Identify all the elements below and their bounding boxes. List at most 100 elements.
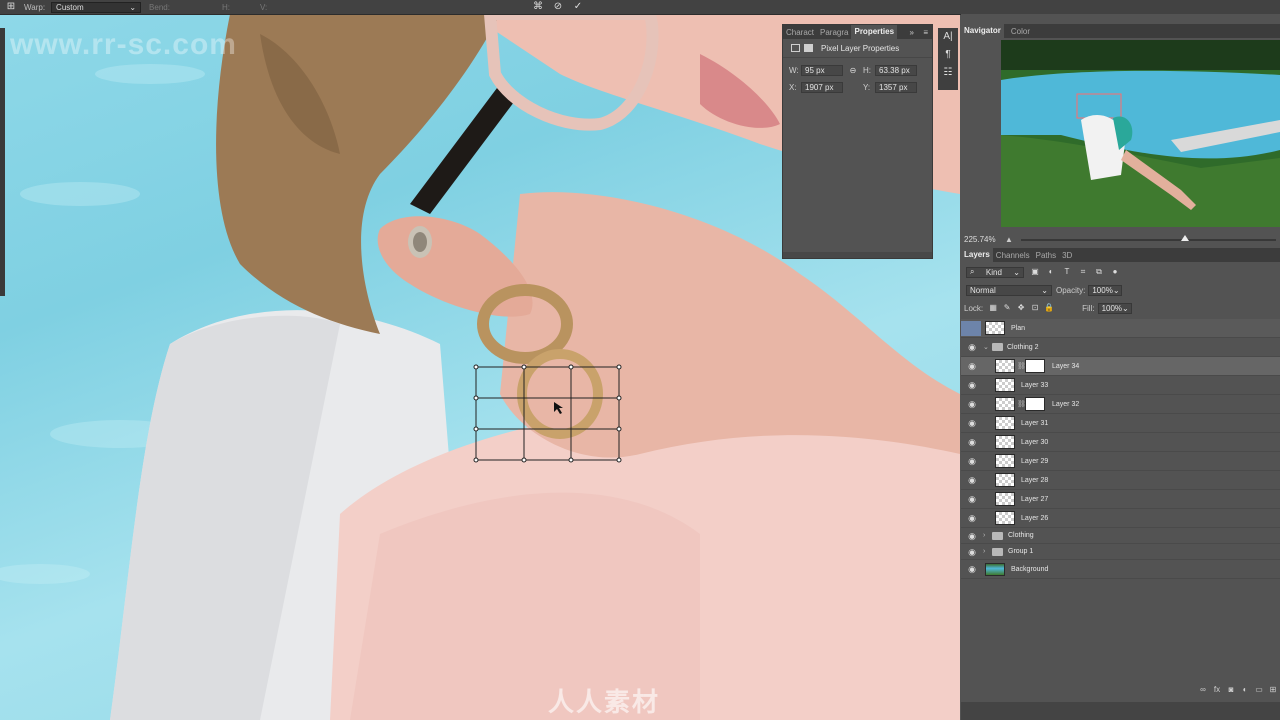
layer-color-tag [961, 320, 981, 336]
eye-icon[interactable]: ◉ [967, 513, 977, 523]
adjustment-filter-icon[interactable]: ◐ [1046, 267, 1056, 277]
h-distortion-label: H: [221, 2, 230, 12]
navigator-thumbnail[interactable] [1001, 40, 1280, 227]
layer-row-clothing-2[interactable]: ◉ ⌄ Clothing 2 [961, 338, 1280, 357]
width-field[interactable]: 95 px [801, 65, 843, 76]
zoom-row: 225.74% ▲ [961, 232, 1280, 246]
folder-icon [992, 531, 1003, 540]
eye-icon[interactable]: ◉ [967, 456, 977, 466]
filter-toggle-icon[interactable]: ● [1110, 267, 1120, 277]
tab-character[interactable]: Charact [783, 28, 817, 37]
layer-row-layer-26[interactable]: ◉ Layer 26 [961, 509, 1280, 528]
shape-filter-icon[interactable]: ⌗ [1078, 267, 1088, 277]
h-label: H: [863, 66, 871, 75]
eye-icon[interactable]: ◉ [967, 531, 977, 541]
tab-channels[interactable]: Channels [993, 251, 1033, 260]
tab-paragraph[interactable]: Paragra [817, 28, 851, 37]
eye-icon[interactable]: ◉ [967, 380, 977, 390]
layers-footer: ∞ fx ◙ ◐ ▭ ⊞ [961, 679, 1280, 699]
layer-mask-thumbnail[interactable] [1025, 359, 1045, 373]
layer-thumbnail [995, 359, 1015, 373]
properties-tabs: Charact Paragra Properties » ≡ [783, 25, 932, 39]
layer-row-layer-29[interactable]: ◉ Layer 29 [961, 452, 1280, 471]
type-filter-icon[interactable]: T [1062, 267, 1072, 277]
layer-row-layer-32[interactable]: ◉ ⛓ Layer 32 [961, 395, 1280, 414]
x-field[interactable]: 1907 px [801, 82, 843, 93]
layer-row-layer-30[interactable]: ◉ Layer 30 [961, 433, 1280, 452]
layer-style-icon[interactable]: fx [1210, 685, 1224, 694]
tab-navigator[interactable]: Navigator [961, 24, 1004, 38]
collapsed-panel-icons: A| ¶ ☷ [938, 28, 958, 90]
height-field[interactable]: 63.38 px [875, 65, 917, 76]
eye-icon[interactable]: ◉ [967, 547, 977, 557]
tab-paths[interactable]: Paths [1033, 251, 1059, 260]
link-icon[interactable]: ⊖ [843, 66, 863, 75]
layer-row-background[interactable]: ◉ Background [961, 560, 1280, 579]
zoom-slider[interactable] [1021, 239, 1276, 241]
warp-mode-icon[interactable]: ⌘ [531, 0, 545, 14]
layer-row-plan[interactable]: Plan [961, 319, 1280, 338]
eye-icon[interactable]: ◉ [967, 564, 977, 574]
eye-icon[interactable]: ◉ [967, 475, 977, 485]
properties-icon[interactable]: ☷ [938, 64, 958, 82]
chevron-down-icon[interactable]: ⌄ [983, 343, 989, 351]
lock-row: Lock: ▦ ✎ ✥ ⊡ 🔒 Fill: 100% ⌄ [964, 302, 1274, 314]
lock-transparent-icon[interactable]: ▦ [988, 303, 998, 313]
fill-field[interactable]: 100% ⌄ [1097, 302, 1132, 314]
tab-layers[interactable]: Layers [961, 248, 993, 262]
layer-thumbnail [985, 321, 1005, 335]
zoom-slider-handle[interactable] [1181, 235, 1189, 241]
filter-kind-select[interactable]: ⌕ Kind ⌄ [966, 266, 1024, 278]
lock-all-icon[interactable]: 🔒 [1044, 303, 1054, 313]
layer-row-layer-28[interactable]: ◉ Layer 28 [961, 471, 1280, 490]
search-icon: ⌕ [970, 267, 975, 276]
layer-row-group-1[interactable]: ◉ › Group 1 [961, 544, 1280, 560]
layer-row-layer-33[interactable]: ◉ Layer 33 [961, 376, 1280, 395]
tab-properties[interactable]: Properties [851, 25, 898, 39]
y-field[interactable]: 1357 px [875, 82, 917, 93]
layer-row-layer-34[interactable]: ◉ ⛓ Layer 34 [961, 357, 1280, 376]
adjustment-layer-icon[interactable]: ◐ [1238, 685, 1252, 694]
zoom-value[interactable]: 225.74% [964, 235, 996, 244]
tab-color[interactable]: Color [1008, 27, 1033, 36]
lock-position-icon[interactable]: ✥ [1016, 303, 1026, 313]
character-icon[interactable]: A| [938, 28, 958, 46]
new-layer-icon[interactable]: ⊞ [1266, 685, 1280, 694]
eye-icon[interactable]: ◉ [967, 399, 977, 409]
zoom-out-icon[interactable]: ▲ [1005, 235, 1013, 244]
layer-row-layer-27[interactable]: ◉ Layer 27 [961, 490, 1280, 509]
eye-icon[interactable]: ◉ [967, 342, 977, 352]
blend-mode-select[interactable]: Normal ⌄ [966, 284, 1052, 296]
cancel-transform-icon[interactable]: ⊘ [551, 0, 565, 14]
pixel-filter-icon[interactable]: ▣ [1030, 267, 1040, 277]
layer-row-clothing[interactable]: ◉ › Clothing [961, 528, 1280, 544]
paragraph-icon[interactable]: ¶ [938, 46, 958, 64]
layer-thumbnail [995, 511, 1015, 525]
new-group-icon[interactable]: ▭ [1252, 685, 1266, 694]
tab-3d[interactable]: 3D [1059, 251, 1075, 260]
image-icon [791, 44, 800, 52]
collapse-icon[interactable]: » [910, 28, 914, 37]
link-layers-icon[interactable]: ∞ [1196, 685, 1210, 694]
warp-style-select[interactable]: Custom ⌄ [51, 1, 142, 13]
panel-menu-icon[interactable]: ≡ [923, 28, 928, 37]
warp-tool-icon[interactable]: ⊞ [4, 0, 18, 14]
lock-artboard-icon[interactable]: ⊡ [1030, 303, 1040, 313]
commit-transform-icon[interactable]: ✓ [571, 0, 585, 14]
opacity-field[interactable]: 100% ⌄ [1088, 284, 1123, 296]
eye-icon[interactable]: ◉ [967, 437, 977, 447]
smart-object-filter-icon[interactable]: ⧉ [1094, 267, 1104, 277]
eye-icon[interactable]: ◉ [967, 361, 977, 371]
eye-icon[interactable]: ◉ [967, 418, 977, 428]
properties-panel: Charact Paragra Properties » ≡ Pixel Lay… [782, 24, 933, 259]
eye-icon[interactable]: ◉ [967, 494, 977, 504]
layer-thumbnail [995, 473, 1015, 487]
layer-mask-thumbnail[interactable] [1025, 397, 1045, 411]
add-mask-icon[interactable]: ◙ [1224, 685, 1238, 694]
layer-row-layer-31[interactable]: ◉ Layer 31 [961, 414, 1280, 433]
chevron-right-icon[interactable]: › [983, 548, 985, 555]
bend-label: Bend: [149, 2, 170, 12]
chevron-right-icon[interactable]: › [983, 532, 985, 539]
watermark-text: www.rr-sc.com [10, 28, 237, 61]
lock-image-icon[interactable]: ✎ [1002, 303, 1012, 313]
